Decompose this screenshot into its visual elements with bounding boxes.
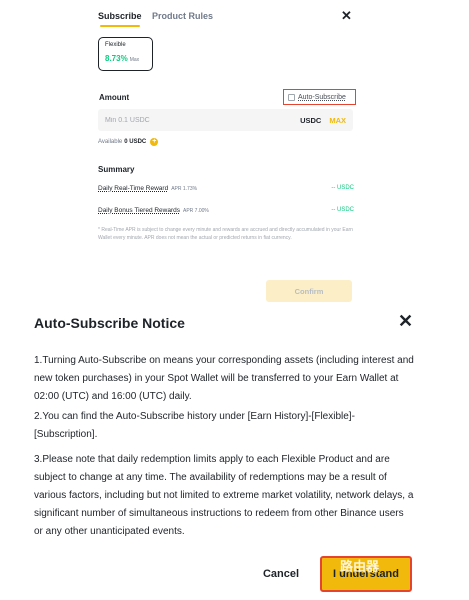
auto-subscribe-notice-modal: Auto-Subscribe Notice ✕ 1.Turning Auto-S… bbox=[0, 308, 469, 600]
notice-item: 2.You can find the Auto-Subscribe histor… bbox=[34, 411, 355, 440]
amount-label: Amount bbox=[99, 93, 130, 102]
term-label: Flexible bbox=[105, 42, 126, 48]
reward-label: Daily Real-Time Reward bbox=[98, 185, 169, 192]
amount-input[interactable] bbox=[105, 116, 301, 124]
notice-item: 1.Turning Auto-Subscribe on means your c… bbox=[34, 355, 414, 402]
tab-subscribe[interactable]: Subscribe bbox=[98, 11, 142, 27]
apr-note: * Real-Time APR is subject to change eve… bbox=[98, 227, 353, 241]
reward-apr: APR 7.00% bbox=[183, 208, 209, 214]
auto-subscribe-checkbox[interactable] bbox=[288, 93, 295, 101]
auto-subscribe-toggle[interactable]: Auto-Subscribe bbox=[283, 89, 356, 105]
available-balance: Available 0 USDC + bbox=[98, 138, 159, 146]
reward-value: -- USDC bbox=[331, 185, 354, 191]
tab-product-rules[interactable]: Product Rules bbox=[152, 11, 213, 21]
summary-title: Summary bbox=[98, 165, 135, 174]
term-apr: 8.73% bbox=[105, 54, 128, 63]
cancel-button[interactable]: Cancel bbox=[248, 558, 314, 590]
summary-row: Daily Bonus Tiered Rewards APR 7.00% -- U… bbox=[98, 207, 354, 214]
term-max-label: Max bbox=[129, 57, 140, 63]
close-icon[interactable]: ✕ bbox=[398, 311, 413, 332]
watermark: 路由器 bbox=[340, 559, 380, 574]
reward-value: -- USDC bbox=[331, 207, 354, 213]
modal-title: Auto-Subscribe Notice bbox=[34, 315, 185, 331]
max-button[interactable]: MAX bbox=[329, 116, 346, 125]
close-icon[interactable]: ✕ bbox=[341, 8, 352, 24]
available-value: 0 USDC bbox=[124, 139, 147, 145]
auto-subscribe-label: Auto-Subscribe bbox=[298, 93, 346, 101]
confirm-button[interactable]: Confirm bbox=[266, 280, 352, 302]
notice-item: 3.Please note that daily redemption limi… bbox=[34, 454, 414, 537]
reward-label: Daily Bonus Tiered Rewards bbox=[98, 207, 181, 214]
subscribe-panel: Subscribe Product Rules ✕ Flexible 8.73%… bbox=[0, 0, 469, 308]
summary-row: Daily Real-Time Reward APR 1.73% -- USDC bbox=[98, 185, 354, 192]
amount-input-wrapper: USDC MAX bbox=[98, 109, 353, 131]
reward-apr: APR 1.73% bbox=[171, 186, 198, 192]
available-label: Available bbox=[98, 139, 123, 145]
flexible-term-card[interactable]: Flexible 8.73% Max bbox=[98, 37, 153, 71]
currency-label: USDC bbox=[300, 115, 322, 125]
add-funds-icon[interactable]: + bbox=[150, 138, 159, 146]
